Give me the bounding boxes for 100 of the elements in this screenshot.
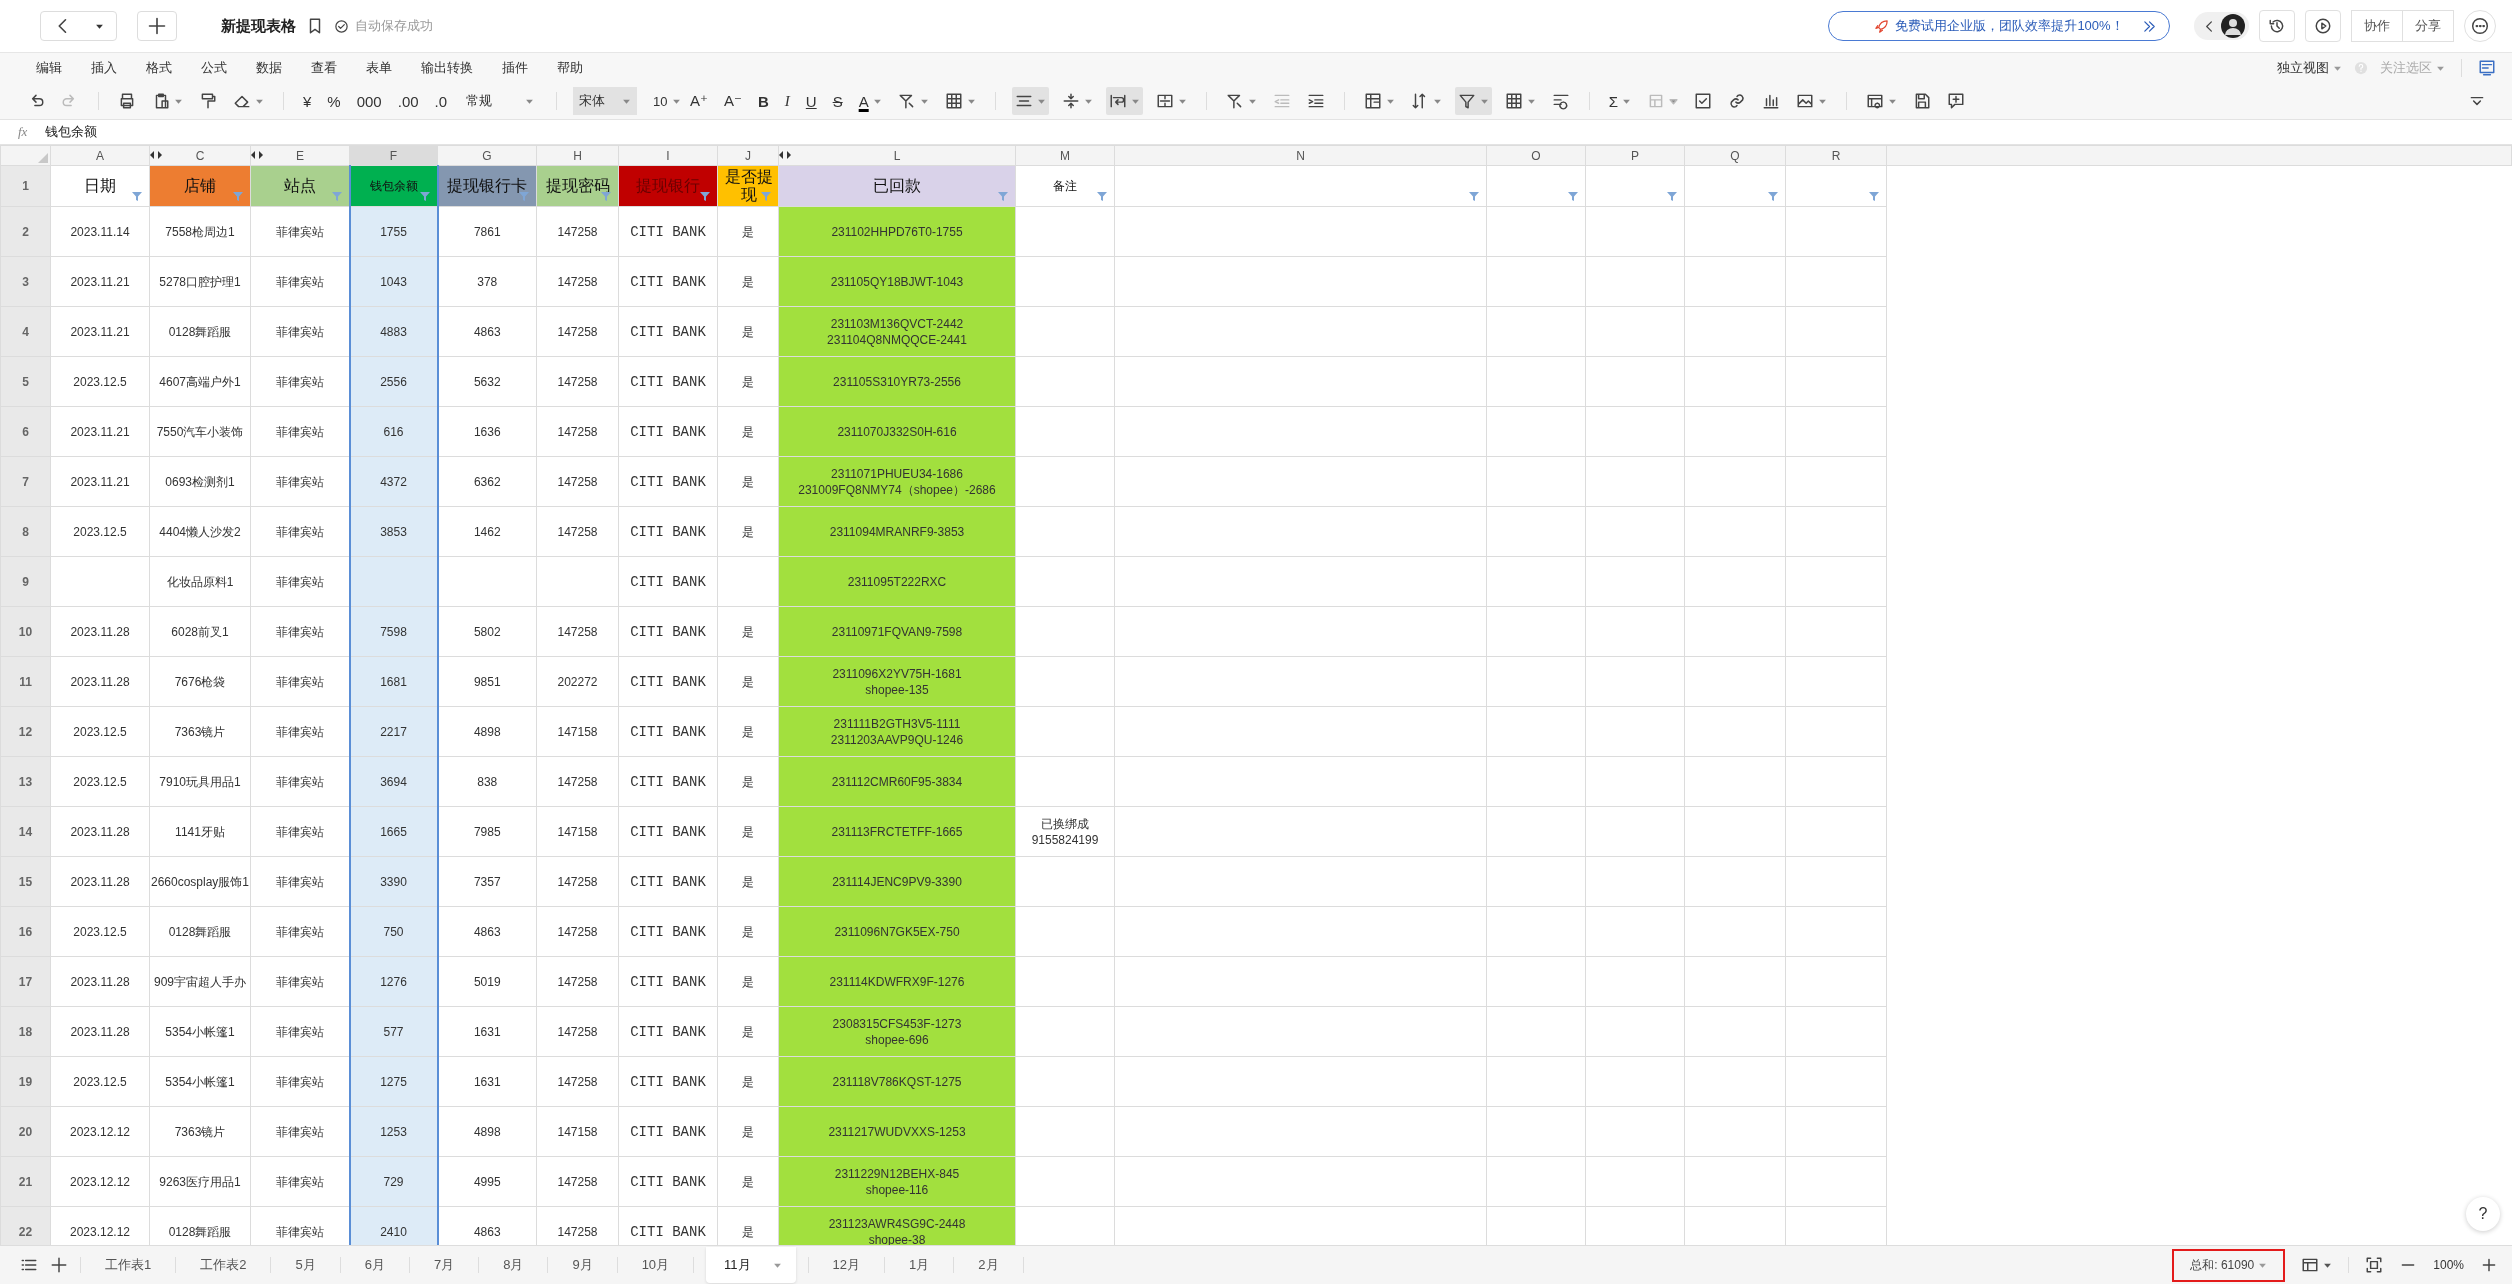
sheet-tab[interactable]: 5月 bbox=[283, 1247, 328, 1283]
sheet-tab[interactable]: 工作表2 bbox=[188, 1247, 259, 1283]
row-number[interactable]: 17 bbox=[18, 974, 33, 989]
add-sheet-icon[interactable] bbox=[50, 1256, 68, 1274]
sheet-tab[interactable]: 工作表1 bbox=[93, 1247, 164, 1283]
sheet-tab[interactable]: 2月 bbox=[966, 1247, 1011, 1283]
column-header[interactable]: A bbox=[96, 148, 104, 163]
menu-item[interactable]: 插件 bbox=[502, 59, 528, 77]
thousands-button[interactable]: 000 bbox=[353, 92, 385, 110]
sheet-tab[interactable]: 9月 bbox=[560, 1247, 605, 1283]
menu-item[interactable]: 帮助 bbox=[557, 59, 583, 77]
sheet-tab[interactable]: 12月 bbox=[820, 1247, 873, 1283]
row-number[interactable]: 16 bbox=[18, 924, 33, 939]
menu-item[interactable]: 公式 bbox=[201, 59, 227, 77]
row-number[interactable]: 2 bbox=[22, 224, 29, 239]
filter-icon bbox=[1457, 92, 1476, 110]
font-size-dropdown[interactable]: 10 bbox=[647, 87, 678, 115]
sheet-tab[interactable]: 8月 bbox=[491, 1247, 536, 1283]
row-number[interactable]: 5 bbox=[22, 374, 29, 389]
view-option[interactable]: 独立视图 bbox=[2277, 59, 2342, 77]
hidden-columns-icon[interactable] bbox=[251, 151, 264, 159]
row-number[interactable]: 12 bbox=[18, 724, 33, 739]
present-button[interactable] bbox=[2305, 10, 2341, 42]
bold-button[interactable]: B bbox=[754, 92, 772, 110]
hidden-columns-icon[interactable] bbox=[779, 151, 792, 159]
column-header[interactable]: F bbox=[389, 148, 398, 163]
column-header[interactable]: J bbox=[745, 148, 751, 163]
column-header[interactable]: H bbox=[573, 148, 582, 163]
currency-button[interactable]: ¥ bbox=[300, 92, 315, 110]
row-number[interactable]: 9 bbox=[22, 574, 29, 589]
menu-item[interactable]: 输出转换 bbox=[421, 59, 473, 77]
menu-item[interactable]: 编辑 bbox=[36, 59, 62, 77]
column-header[interactable]: M bbox=[1060, 148, 1070, 163]
hidden-columns-icon[interactable] bbox=[150, 151, 163, 159]
font-color-button[interactable]: A bbox=[855, 92, 885, 110]
column-header[interactable]: Q bbox=[1730, 148, 1740, 163]
menu-item[interactable]: 插入 bbox=[91, 59, 117, 77]
italic-button[interactable]: I bbox=[781, 92, 793, 110]
grow-font-button[interactable]: A⁺ bbox=[687, 92, 712, 110]
row-number[interactable]: 20 bbox=[18, 1124, 33, 1139]
row-number[interactable]: 3 bbox=[22, 274, 29, 289]
wrap-text-button[interactable] bbox=[1105, 87, 1143, 115]
column-header[interactable]: G bbox=[482, 148, 492, 163]
share-button[interactable]: 分享 bbox=[2403, 10, 2454, 42]
row-number[interactable]: 15 bbox=[18, 874, 33, 889]
underline-button[interactable]: U bbox=[802, 92, 820, 110]
table-cell: 2311096X2YV75H-1681 shopee-135 bbox=[832, 665, 962, 698]
fit-screen-icon[interactable] bbox=[2365, 1256, 2384, 1274]
sheet-tab[interactable]: 7月 bbox=[421, 1247, 467, 1283]
add-decimal-button[interactable]: .00 bbox=[394, 92, 422, 110]
sum-button[interactable]: Σ bbox=[1605, 92, 1634, 110]
number-format-dropdown[interactable]: 常规 bbox=[460, 87, 541, 115]
table-cell: CITI BANK bbox=[630, 1223, 706, 1240]
side-panel-icon[interactable] bbox=[2478, 59, 2496, 77]
percent-button[interactable]: % bbox=[324, 92, 344, 110]
zoom-in-icon[interactable] bbox=[2480, 1256, 2498, 1274]
column-header[interactable]: L bbox=[893, 148, 901, 163]
column-header[interactable]: P bbox=[1631, 148, 1639, 163]
column-header[interactable]: N bbox=[1296, 148, 1305, 163]
column-header[interactable]: R bbox=[1831, 148, 1841, 163]
row-number[interactable]: 21 bbox=[18, 1174, 33, 1189]
formula-field[interactable]: 钱包余额 bbox=[45, 123, 98, 141]
collaborate-button[interactable]: 协作 bbox=[2351, 10, 2403, 42]
new-button[interactable] bbox=[137, 11, 177, 41]
history-button[interactable] bbox=[2259, 10, 2295, 42]
row-number[interactable]: 11 bbox=[19, 674, 32, 689]
sum-readout[interactable]: 总和: 61090 bbox=[2190, 1256, 2268, 1274]
row-number[interactable]: 14 bbox=[18, 824, 33, 839]
row-number[interactable]: 22 bbox=[18, 1224, 33, 1239]
menu-item[interactable]: 查看 bbox=[311, 59, 337, 77]
row-number[interactable]: 10 bbox=[18, 624, 33, 639]
row-number[interactable]: 13 bbox=[18, 774, 33, 789]
strikethrough-button[interactable]: S bbox=[829, 92, 846, 110]
menu-item[interactable]: 数据 bbox=[256, 59, 282, 77]
column-header[interactable]: C bbox=[195, 148, 205, 163]
column-header[interactable]: O bbox=[1531, 148, 1541, 163]
row-number[interactable]: 18 bbox=[18, 1024, 33, 1039]
sheet-tab[interactable]: 6月 bbox=[352, 1247, 397, 1283]
row-number[interactable]: 4 bbox=[22, 324, 29, 339]
help-button[interactable]: ? bbox=[2466, 1197, 2500, 1231]
sheet-tab[interactable]: 10月 bbox=[629, 1247, 682, 1283]
remove-decimal-button[interactable]: .0 bbox=[431, 92, 451, 110]
column-header[interactable]: E bbox=[296, 148, 304, 163]
row-number[interactable]: 1 bbox=[22, 179, 29, 193]
column-header[interactable]: I bbox=[666, 148, 670, 163]
menu-item[interactable]: 格式 bbox=[146, 59, 172, 77]
filter-icon[interactable] bbox=[699, 190, 711, 202]
row-number[interactable]: 6 bbox=[22, 424, 29, 439]
collaborators-panel[interactable] bbox=[2194, 12, 2249, 40]
menu-item[interactable]: 表单 bbox=[366, 59, 392, 77]
filter-button[interactable] bbox=[1454, 87, 1492, 115]
shrink-font-button[interactable]: A⁻ bbox=[721, 92, 745, 110]
sheet-tab[interactable]: 1月 bbox=[897, 1247, 942, 1283]
view-mode-button[interactable] bbox=[2301, 1256, 2333, 1274]
row-number[interactable]: 8 bbox=[22, 524, 29, 539]
row-number[interactable]: 7 bbox=[22, 474, 29, 489]
sheet-tab[interactable]: 11月 bbox=[706, 1247, 796, 1283]
row-number[interactable]: 19 bbox=[18, 1074, 33, 1089]
font-dropdown[interactable]: 宋体 bbox=[573, 87, 638, 115]
align-button[interactable] bbox=[1011, 87, 1049, 115]
